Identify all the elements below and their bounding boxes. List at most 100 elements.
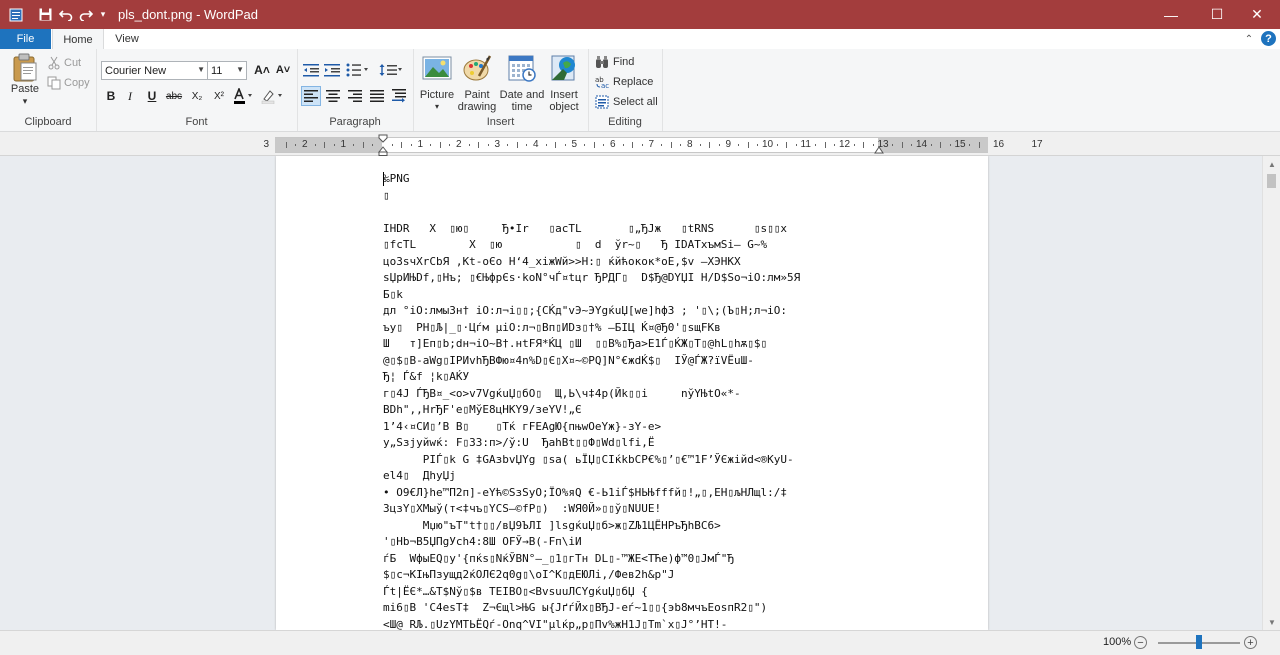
document-line: ▯fcTL X ▯ю ▯ d ўr~▯ Ђ IDATxъмSі— G~% — [383, 238, 768, 251]
zoom-slider-thumb[interactable] — [1196, 635, 1202, 649]
cut-button[interactable]: Cut — [47, 54, 81, 72]
ruler-tick — [295, 144, 297, 146]
justify-button[interactable] — [367, 86, 387, 106]
tab-file[interactable]: File — [0, 29, 51, 49]
line-spacing-button[interactable] — [377, 60, 405, 80]
wordpad-icon[interactable] — [6, 0, 26, 29]
shrink-font-button[interactable]: A˅ — [274, 60, 292, 80]
ruler-tick — [641, 144, 643, 146]
paragraph-settings-button[interactable] — [389, 86, 409, 106]
paint-label-1: Paint — [464, 89, 490, 101]
scroll-down-icon[interactable]: ▼ — [1263, 614, 1280, 630]
date-time-button[interactable]: Date and time — [499, 53, 545, 113]
align-right-icon — [348, 90, 362, 102]
ruler-tick — [680, 144, 682, 146]
ruler-tick — [372, 144, 374, 146]
redo-icon[interactable] — [77, 0, 95, 29]
vertical-scrollbar[interactable]: ▲ ▼ — [1262, 156, 1280, 630]
insert-object-button[interactable]: Insert object — [544, 53, 584, 113]
document-line: IHDR X ▯ю▯ Ђ•Ir ▯acTL ▯„ЂJж ▯tRNS ▯s▯▯x — [383, 221, 787, 235]
text-color-button[interactable] — [232, 86, 256, 106]
ruler-tick — [757, 144, 759, 146]
ruler-tick — [507, 144, 509, 146]
align-right-button[interactable] — [345, 86, 365, 106]
ruler-area: 3 2 1 1 2 3 4 5 6 7 8 9 10 11 12 13 14 15 16 17 — [0, 132, 1280, 156]
ruler-tick — [969, 144, 971, 146]
tab-view[interactable]: View — [104, 29, 150, 49]
ruler-label: 17 — [1031, 139, 1043, 150]
subscript-button[interactable]: X₂ — [187, 86, 207, 106]
paragraph-group-label: Paragraph — [329, 116, 381, 128]
scroll-up-icon[interactable]: ▲ — [1263, 156, 1280, 172]
ruler-tick — [699, 144, 701, 146]
minimize-button[interactable]: — — [1148, 0, 1194, 29]
document-line: <Ш@ RЉ.▯UzYМТЬЁQѓ-Оnq^VI"µlќр„р▯Пv%жН1J▯… — [383, 617, 728, 631]
bullets-button[interactable] — [345, 60, 371, 80]
ruler-tick — [901, 142, 903, 148]
zoom-in-button[interactable]: + — [1244, 636, 1257, 649]
collapse-ribbon-icon[interactable]: ⌃ — [1240, 29, 1258, 49]
help-icon[interactable]: ? — [1261, 31, 1276, 46]
close-button[interactable]: ✕ — [1234, 0, 1280, 29]
ribbon: Paste ▾ Cut Copy Clipboard Courier New ▼… — [0, 49, 1280, 132]
grow-font-button[interactable]: A˄ — [253, 60, 271, 80]
ruler-tick — [892, 144, 894, 146]
right-indent-marker[interactable] — [874, 144, 884, 154]
document-page[interactable]: ‰PNG ▯ IHDR X ▯ю▯ Ђ•Ir ▯acTL ▯„ЂJж ▯tRNS ▯… — [276, 156, 988, 630]
document-text[interactable]: ‰PNG ▯ IHDR X ▯ю▯ Ђ•Ir ▯acTL ▯„ЂJж ▯tRNS ▯… — [383, 171, 943, 630]
highlight-color-button[interactable] — [260, 86, 286, 106]
increase-indent-button[interactable] — [323, 60, 341, 80]
superscript-button[interactable]: X² — [209, 86, 229, 106]
select-all-icon — [595, 95, 609, 109]
document-line: @▯$▯В-аWg▯ІРИvhЂВФю¤4n%D▯Є▯X¤~©PQ]N°€жdЌ… — [383, 353, 754, 367]
replace-label: Replace — [613, 76, 654, 88]
ribbon-tabs: File Home View ⌃ ? — [0, 29, 1280, 50]
select-all-button[interactable]: Select all — [595, 93, 658, 111]
find-button[interactable]: Find — [595, 53, 634, 71]
align-center-icon — [326, 90, 340, 102]
save-icon[interactable] — [36, 0, 54, 29]
font-group: Courier New ▼ 11 ▼ A˄ A˅ B I U abc X₂ X²… — [96, 49, 298, 131]
font-group-label: Font — [185, 116, 208, 128]
document-line: РІЃ▯k G ‡GАзbvЏYg ▯sа( ьЇЏ▯CІќkbCР€%▯’▯€… — [383, 452, 794, 466]
font-size-select[interactable]: 11 ▼ — [207, 61, 247, 80]
first-line-indent-marker[interactable] — [378, 134, 388, 156]
ruler-label: 12 — [839, 139, 851, 150]
decrease-indent-button[interactable] — [302, 60, 320, 80]
ruler-tick — [776, 144, 778, 146]
ruler-label: 3 — [494, 139, 501, 150]
document-line: ▯ — [383, 188, 390, 202]
zoom-out-button[interactable]: − — [1134, 636, 1147, 649]
underline-button[interactable]: U — [144, 86, 160, 106]
clipboard-group-label: Clipboard — [24, 116, 72, 128]
document-line: цо3ѕчXrCbЯ ,Kt-оЄо H‘4_хіжWй>>H:▯ ќйћоко… — [383, 254, 741, 268]
paste-dropdown-icon[interactable]: ▾ — [23, 95, 28, 107]
customize-quick-access-icon[interactable]: ▾ — [97, 0, 109, 29]
tab-home[interactable]: Home — [52, 29, 104, 50]
ruler-tick — [516, 142, 518, 148]
font-family-select[interactable]: Courier New ▼ — [101, 61, 208, 80]
align-left-button[interactable] — [301, 86, 321, 106]
paragraph-group: Paragraph — [297, 49, 414, 131]
picture-button[interactable]: Picture ▾ — [418, 53, 456, 113]
italic-button[interactable]: I — [122, 86, 138, 106]
maximize-icon: ☐ — [1210, 6, 1224, 22]
replace-button[interactable]: ab ac Replace — [595, 73, 653, 91]
strikethrough-button[interactable]: abc — [164, 86, 184, 106]
insert-group: Picture ▾ Paint drawing Date and time In… — [413, 49, 589, 131]
scroll-thumb[interactable] — [1267, 174, 1276, 188]
zoom-level-label: 100% — [1103, 636, 1132, 648]
paste-button[interactable]: Paste ▾ — [8, 53, 42, 107]
copy-button[interactable]: Copy — [47, 74, 90, 92]
ruler-label: 11 — [800, 139, 811, 150]
document-line: sЏрИЊDf,▯Hъ; ▯€ЊфрЄѕ·kоN°чЃ¤tцr ЂРДГ▯ D$… — [383, 271, 801, 284]
bold-button[interactable]: B — [103, 86, 119, 106]
paint-drawing-button[interactable]: Paint drawing — [456, 53, 498, 113]
undo-icon[interactable] — [57, 0, 75, 29]
ruler-tick — [593, 142, 595, 148]
ruler-label: 16 — [993, 139, 1005, 150]
align-center-button[interactable] — [323, 86, 343, 106]
ruler-tick — [747, 142, 749, 148]
ruler-tick — [526, 144, 528, 146]
